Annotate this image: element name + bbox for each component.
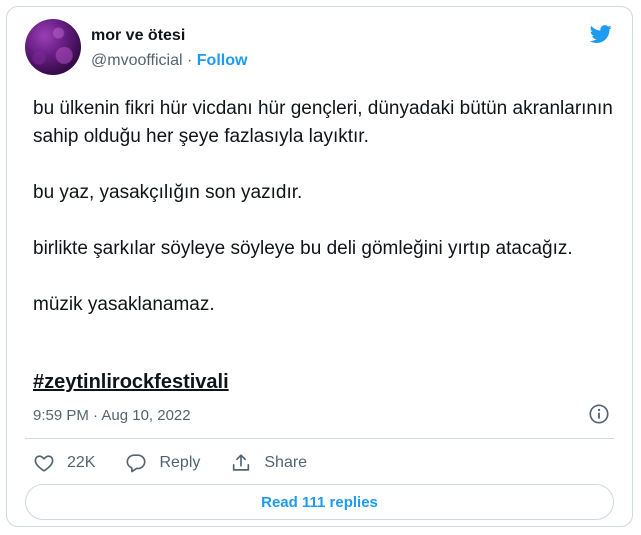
account-name[interactable]: mor ve ötesi	[91, 27, 185, 45]
account-handle[interactable]: @mvoofficial	[91, 52, 183, 69]
handle-separator: ·	[186, 52, 193, 69]
like-count: 22K	[67, 454, 96, 471]
reply-button[interactable]: Reply	[125, 452, 200, 474]
heart-icon	[34, 455, 54, 472]
reply-bubble-icon	[126, 454, 147, 473]
twitter-bird-icon[interactable]	[588, 23, 614, 45]
tweet-timestamp[interactable]: 9:59 PM · Aug 10, 2022	[33, 407, 191, 424]
tweet-text: bu ülkenin fikri hür vicdanı hür gençler…	[33, 95, 613, 347]
action-bar: 22K Reply Share	[33, 451, 337, 475]
follow-button[interactable]: Follow	[197, 52, 248, 69]
hashtag-link[interactable]: #zeytinlirockfestivali	[33, 371, 229, 394]
handle-row: @mvoofficial · Follow	[91, 52, 247, 70]
tweet-paragraph: birlikte şarkılar söyleye söyleye bu del…	[33, 238, 573, 259]
share-label: Share	[264, 454, 308, 471]
tweet-card: mor ve ötesi @mvoofficial · Follow bu ül…	[6, 6, 633, 527]
info-icon[interactable]	[588, 403, 610, 425]
tweet-paragraph: müzik yasaklanamaz.	[33, 294, 215, 315]
like-button[interactable]: 22K	[33, 452, 95, 474]
share-button[interactable]: Share	[230, 452, 307, 474]
share-icon	[233, 454, 250, 471]
tweet-paragraph: bu yaz, yasakçılığın son yazıdır.	[33, 182, 303, 203]
divider	[25, 438, 614, 439]
tweet-paragraph: bu ülkenin fikri hür vicdanı hür gençler…	[33, 98, 613, 147]
avatar[interactable]	[25, 19, 81, 75]
reply-label: Reply	[159, 454, 201, 471]
read-replies-button[interactable]: Read 111 replies	[25, 484, 614, 520]
